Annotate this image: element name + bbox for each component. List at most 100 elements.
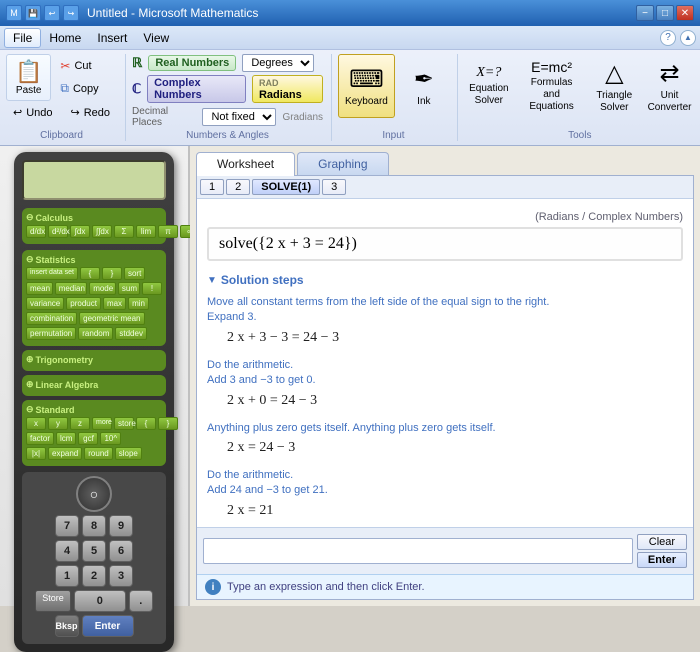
ws-btn-2[interactable]: 2 (226, 179, 250, 195)
real-numbers-badge[interactable]: Real Numbers (148, 55, 236, 71)
calc-deriv-btn[interactable]: d/dx (26, 225, 46, 238)
geomean-btn[interactable]: geometric mean (79, 312, 144, 325)
power10-btn[interactable]: 10^ (100, 432, 121, 445)
num-0[interactable]: 0 (74, 590, 126, 612)
minimize-ribbon-icon[interactable]: ▲ (680, 30, 696, 46)
store-var-btn[interactable]: store (114, 417, 134, 430)
triangle-solver-button[interactable]: △ Triangle Solver (589, 54, 639, 118)
decimal-places-select[interactable]: Not fixed (202, 108, 276, 126)
cut-button[interactable]: ✂ Cut (53, 56, 105, 76)
num-5[interactable]: 5 (82, 540, 106, 562)
random-btn[interactable]: random (78, 327, 113, 340)
brace-close-btn[interactable]: } (102, 267, 122, 280)
num-9[interactable]: 9 (109, 515, 133, 537)
slope-btn[interactable]: slope (115, 447, 142, 460)
menu-insert[interactable]: Insert (89, 28, 135, 48)
help-icon[interactable]: ? (660, 30, 676, 46)
brace-close2-btn[interactable]: } (158, 417, 178, 430)
degrees-select[interactable]: Degrees (242, 54, 314, 72)
stddev-btn[interactable]: stddev (115, 327, 147, 340)
num-8[interactable]: 8 (82, 515, 106, 537)
stats-collapse-icon[interactable]: ⊖ (26, 254, 34, 265)
expand-btn[interactable]: expand (48, 447, 82, 460)
num-1[interactable]: 1 (55, 565, 79, 587)
ws-btn-1[interactable]: 1 (200, 179, 224, 195)
quick-redo-icon[interactable]: ↪ (63, 5, 79, 21)
step-4-math: 2 x = 21 (227, 503, 683, 519)
enter-numpad-button[interactable]: Enter (82, 615, 134, 637)
equation-solver-button[interactable]: X=? Equation Solver (464, 54, 514, 118)
sort-btn[interactable]: sort (124, 267, 145, 280)
menu-home[interactable]: Home (41, 28, 89, 48)
menu-file[interactable]: File (4, 28, 41, 48)
graphing-tab[interactable]: Graphing (297, 152, 388, 175)
maximize-button[interactable]: □ (656, 5, 674, 21)
insert-data-btn[interactable]: insert data set (26, 267, 78, 280)
calc-pi-btn[interactable]: π (158, 225, 178, 238)
num-3[interactable]: 3 (109, 565, 133, 587)
bksp-button[interactable]: Bksp (55, 615, 79, 637)
mean-btn[interactable]: mean (26, 282, 53, 295)
store-button[interactable]: Store (35, 590, 71, 612)
formulas-button[interactable]: E=mc² Formulas and Equations (518, 54, 585, 118)
menu-view[interactable]: View (135, 28, 177, 48)
close-button[interactable]: ✕ (676, 5, 694, 21)
calc-double-integral-btn[interactable]: ∫∫dx (92, 225, 112, 238)
y-btn[interactable]: y (48, 417, 68, 430)
keyboard-button[interactable]: ⌨ Keyboard (338, 54, 395, 118)
gcf-btn[interactable]: gcf (78, 432, 98, 445)
variance-btn[interactable]: variance (26, 297, 64, 310)
z-btn[interactable]: z (70, 417, 90, 430)
ws-btn-solve[interactable]: SOLVE(1) (252, 179, 320, 195)
collapse-icon[interactable]: ⊖ (26, 212, 34, 223)
product-btn[interactable]: product (66, 297, 101, 310)
worksheet-tab[interactable]: Worksheet (196, 152, 295, 176)
complex-numbers-badge[interactable]: Complex Numbers (147, 75, 246, 103)
la-collapse-icon[interactable]: ⊕ (26, 379, 34, 390)
minimize-button[interactable]: − (636, 5, 654, 21)
solution-collapse-icon[interactable]: ▼ (207, 275, 217, 286)
factor-btn[interactable]: factor (26, 432, 54, 445)
redo-button[interactable]: ↪ Redo (64, 103, 118, 122)
mode-btn[interactable]: mode (89, 282, 116, 295)
calc-deriv2-btn[interactable]: d²/dx² (48, 225, 68, 238)
sum-btn[interactable]: sum (118, 282, 140, 295)
expression-input[interactable] (203, 538, 633, 564)
paste-button[interactable]: 📋 Paste (6, 54, 51, 101)
x-btn[interactable]: x (26, 417, 46, 430)
brace-open2-btn[interactable]: { (136, 417, 156, 430)
clear-button[interactable]: Clear (637, 534, 687, 550)
copy-button[interactable]: ⧉ Copy (53, 78, 105, 99)
std-collapse-icon[interactable]: ⊖ (26, 404, 34, 415)
trig-collapse-icon[interactable]: ⊕ (26, 354, 34, 365)
nav-circle[interactable]: ○ (76, 476, 112, 512)
ink-button[interactable]: ✒ Ink (399, 54, 449, 118)
abs-btn[interactable]: |x| (26, 447, 46, 460)
undo-button[interactable]: ↩ Undo (6, 103, 60, 122)
num-4[interactable]: 4 (55, 540, 79, 562)
median-btn[interactable]: median (55, 282, 88, 295)
permutation-btn[interactable]: permutation (26, 327, 76, 340)
round-btn[interactable]: round (84, 447, 112, 460)
min-btn[interactable]: min (128, 297, 149, 310)
num-7[interactable]: 7 (55, 515, 79, 537)
lcm-btn[interactable]: lcm (56, 432, 76, 445)
num-dot[interactable]: . (129, 590, 153, 612)
quick-save-icon[interactable]: 💾 (25, 5, 41, 21)
num-6[interactable]: 6 (109, 540, 133, 562)
degrees-row: Degrees (242, 54, 314, 72)
unit-converter-button[interactable]: ⇄ Unit Converter (643, 54, 695, 118)
ws-btn-3[interactable]: 3 (322, 179, 346, 195)
factorial-btn[interactable]: ! (142, 282, 162, 295)
quick-undo-icon[interactable]: ↩ (44, 5, 60, 21)
calc-integral-btn[interactable]: ∫dx (70, 225, 90, 238)
num-2[interactable]: 2 (82, 565, 106, 587)
radians-button[interactable]: RAD Radians (252, 75, 323, 103)
num-row1: 7 8 9 (26, 515, 162, 537)
more-vars-btn[interactable]: more vars (92, 417, 112, 430)
calc-sigma-btn[interactable]: Σ (114, 225, 134, 238)
combination-btn[interactable]: combination (26, 312, 77, 325)
max-btn[interactable]: max (103, 297, 126, 310)
brace-open-btn[interactable]: { (80, 267, 100, 280)
calc-lim-btn[interactable]: lim (136, 225, 156, 238)
